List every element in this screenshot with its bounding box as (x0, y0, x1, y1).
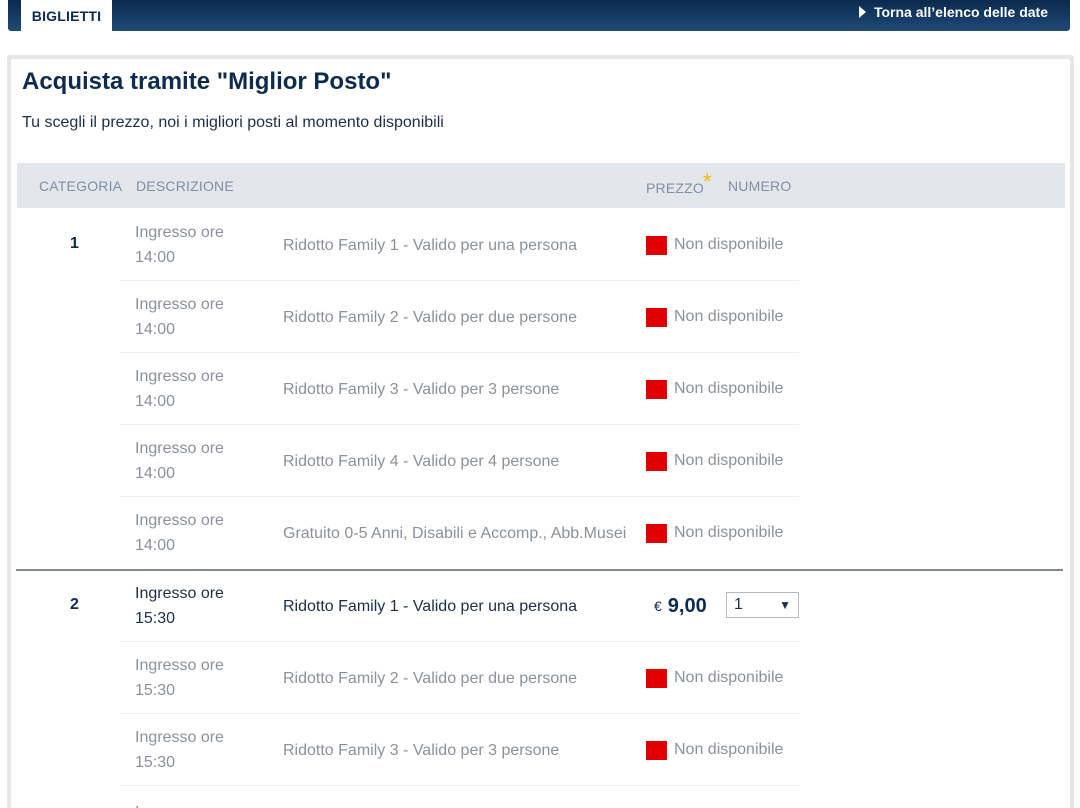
availability-status: Non disponibile (646, 497, 783, 569)
entry-time: Ingresso ore 14:00 (135, 296, 224, 338)
table-header: CATEGORIA DESCRIZIONE PREZZO * NUMERO (17, 163, 1065, 208)
back-to-dates-link[interactable]: Torna all’elenco delle date (858, 0, 1048, 24)
price-amount: 9,00 (667, 594, 707, 617)
triangle-right-icon (858, 6, 866, 18)
availability-status: Non disponibile (646, 209, 783, 281)
category-number: 1 (70, 235, 79, 252)
status-text: Non disponibile (674, 308, 784, 325)
availability-status: Non disponibile (646, 714, 783, 786)
entry-time: Ingresso ore (135, 786, 265, 808)
status-text: Non disponibile (674, 669, 784, 686)
ticket-description: Ridotto Family 3 - Valido per 3 persone (283, 741, 560, 759)
ticket-description: Ridotto Family 1 - Valido per una person… (283, 597, 578, 615)
table-row: Ingresso ore 15:30 Ridotto Family 1 - Va… (120, 570, 799, 642)
table-row: Ingresso ore 14:00 Ridotto Family 4 - Va… (120, 425, 799, 497)
entry-time: Ingresso ore 15:30 (135, 657, 224, 699)
availability-status: Non disponibile (646, 425, 783, 497)
ticket-description: Ridotto Family 2 - Valido per due person… (283, 669, 578, 687)
unavailable-square-icon (646, 235, 667, 255)
ticket-price: € 9,00 (654, 570, 707, 642)
status-text: Non disponibile (674, 741, 784, 758)
table-row: Ingresso ore (120, 786, 799, 808)
header-descrizione: DESCRIZIONE (136, 178, 234, 194)
status-text: Non disponibile (674, 524, 784, 541)
table-row: Ingresso ore 15:30 Ridotto Family 2 - Va… (120, 642, 799, 714)
tab-biglietti[interactable]: BIGLIETTI (21, 0, 112, 31)
availability-status: Non disponibile (646, 642, 783, 714)
back-to-dates-label: Torna all’elenco delle date (873, 4, 1048, 20)
star-icon: * (703, 169, 712, 194)
status-text: Non disponibile (674, 236, 784, 253)
availability-status: Non disponibile (646, 281, 783, 353)
header-prezzo: PREZZO (646, 180, 704, 196)
header-categoria: CATEGORIA (39, 178, 123, 194)
entry-time: Ingresso ore 14:00 (135, 512, 224, 554)
category-number: 2 (70, 596, 79, 613)
unavailable-square-icon (646, 740, 667, 760)
ticket-description: Ridotto Family 2 - Valido per due person… (283, 308, 578, 326)
chevron-down-icon: ▼ (779, 598, 791, 612)
status-text: Non disponibile (674, 452, 784, 469)
status-text: Non disponibile (674, 380, 784, 397)
entry-time: Ingresso ore 15:30 (135, 729, 224, 771)
table-row: Ingresso ore 14:00 Gratuito 0-5 Anni, Di… (120, 497, 799, 569)
quantity-select[interactable]: 1 ▼ (726, 592, 799, 618)
unavailable-square-icon (646, 379, 667, 399)
table-row: Ingresso ore 14:00 Ridotto Family 3 - Va… (120, 353, 799, 425)
entry-time: Ingresso ore 14:00 (135, 440, 224, 482)
unavailable-square-icon (646, 451, 667, 471)
unavailable-square-icon (646, 307, 667, 327)
currency-symbol: € (654, 598, 662, 614)
unavailable-square-icon (646, 523, 667, 543)
table-row: Ingresso ore 15:30 Ridotto Family 3 - Va… (120, 714, 799, 786)
availability-status: Non disponibile (646, 353, 783, 425)
page-title: Acquista tramite "Miglior Posto" (22, 68, 392, 95)
quantity-value: 1 (734, 596, 743, 613)
ticket-description: Gratuito 0-5 Anni, Disabili e Accomp., A… (283, 524, 627, 542)
ticket-description: Ridotto Family 1 - Valido per una person… (283, 236, 578, 254)
table-row: Ingresso ore 14:00 Ridotto Family 1 - Va… (120, 209, 799, 281)
table-row: Ingresso ore 14:00 Ridotto Family 2 - Va… (120, 281, 799, 353)
header-numero: NUMERO (728, 178, 792, 194)
top-nav-bar: BIGLIETTI Torna all’elenco delle date (8, 0, 1070, 31)
unavailable-square-icon (646, 668, 667, 688)
entry-time: Ingresso ore 14:00 (135, 224, 224, 266)
ticket-description: Ridotto Family 3 - Valido per 3 persone (283, 380, 560, 398)
entry-time: Ingresso ore 15:30 (135, 585, 224, 627)
ticket-description: Ridotto Family 4 - Valido per 4 persone (283, 452, 560, 470)
page-subtitle: Tu scegli il prezzo, noi i migliori post… (22, 114, 444, 131)
entry-time: Ingresso ore 14:00 (135, 368, 224, 410)
